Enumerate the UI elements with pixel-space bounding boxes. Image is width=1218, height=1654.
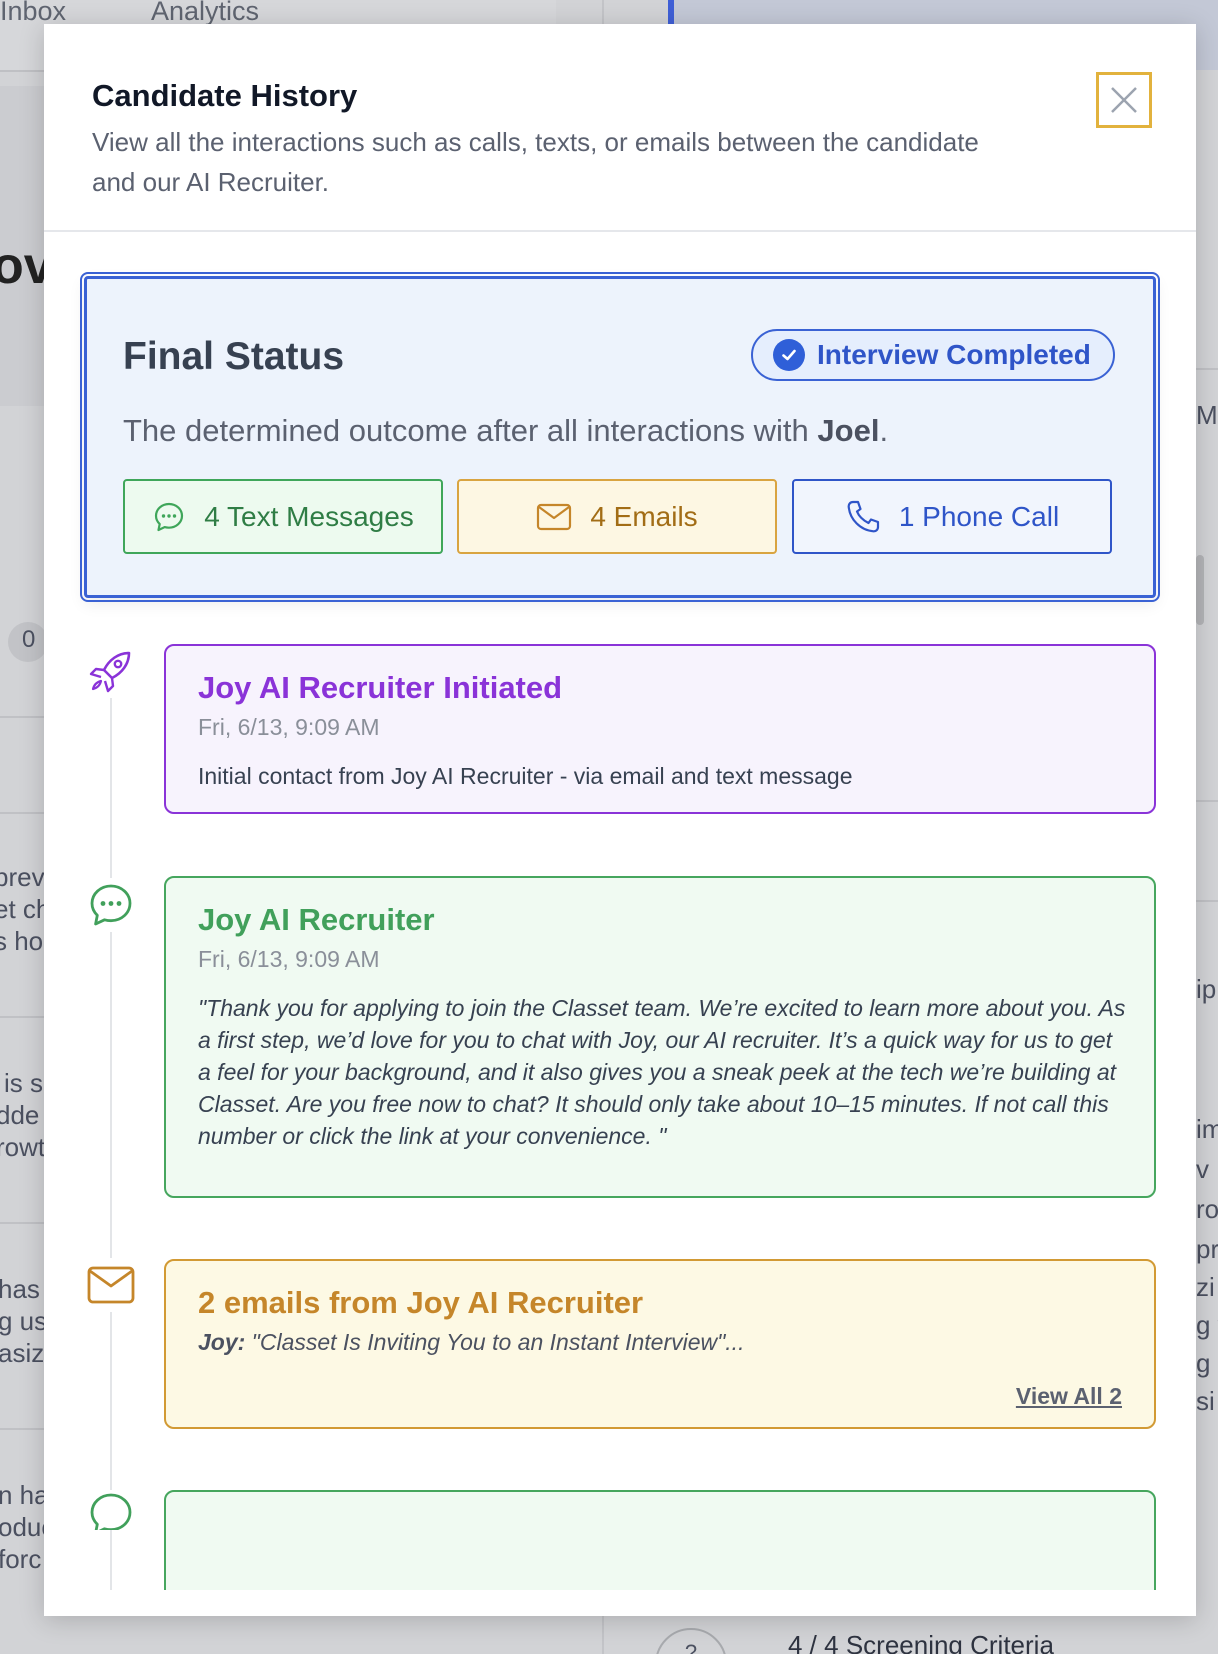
background-text-fragment: g v xyxy=(1196,1310,1218,1340)
background-divider-line xyxy=(1196,900,1218,902)
envelope-icon xyxy=(84,1258,138,1312)
final-status-description-suffix: . xyxy=(879,413,889,448)
modal-body[interactable]: Final Status Interview Completed The det… xyxy=(44,234,1196,1590)
tab-inbox[interactable]: Inbox xyxy=(0,0,66,27)
background-text-fragment: g t xyxy=(1196,1348,1218,1378)
event-timestamp: Fri, 6/13, 9:09 AM xyxy=(198,946,380,972)
background-text-fragment: ro xyxy=(1196,1194,1218,1224)
rocket-icon xyxy=(84,644,138,698)
event-message-quote: "Thank you for applying to join the Clas… xyxy=(198,995,1126,1149)
background-divider-line xyxy=(0,1222,44,1224)
emails-count-button[interactable]: 4 Emails xyxy=(457,479,777,554)
background-text-fragment: g us xyxy=(0,1306,48,1336)
event-timestamp: Fri, 6/13, 9:09 AM xyxy=(198,714,380,740)
background-text-fragment: si xyxy=(1196,1386,1215,1416)
background-text-fragment: ip xyxy=(1196,974,1217,1004)
background-text-fragment: im xyxy=(1196,1114,1218,1144)
background-divider-line xyxy=(1196,800,1218,802)
background-text-fragment: is s xyxy=(4,1068,43,1098)
background-text-fragment: dde xyxy=(0,1100,40,1130)
email-subject-preview: "Classet Is Inviting You to an Instant I… xyxy=(245,1329,745,1355)
chat-bubble-icon xyxy=(155,502,184,531)
event-title: Joy AI Recruiter xyxy=(198,902,435,937)
text-messages-count-button[interactable]: 4 Text Messages xyxy=(123,479,443,554)
background-step-circle: ? xyxy=(655,1628,727,1654)
background-count-fragment: 0 xyxy=(22,626,36,653)
final-status-description: The determined outcome after all interac… xyxy=(123,413,888,449)
event-title: Joy AI Recruiter Initiated xyxy=(198,670,563,705)
phone-calls-count-button[interactable]: 1 Phone Call xyxy=(792,479,1112,554)
chat-bubble-icon xyxy=(84,878,138,932)
timeline-event-emails: 2 emails from Joy AI Recruiter Joy: "Cla… xyxy=(164,1259,1156,1429)
check-circle-icon xyxy=(773,339,805,371)
tab-analytics[interactable]: Analytics xyxy=(151,0,259,27)
background-text-fragment: previ xyxy=(0,862,51,892)
background-divider-line xyxy=(0,1428,44,1430)
close-button[interactable] xyxy=(1096,72,1152,128)
candidate-name: Joel xyxy=(817,413,880,448)
phone-icon xyxy=(847,500,879,532)
modal-description: View all the interactions such as calls,… xyxy=(92,127,979,197)
event-body: Initial contact from Joy AI Recruiter - … xyxy=(198,763,853,789)
background-screening-criteria: 4 / 4 Screening Criteria xyxy=(788,1630,1054,1654)
event-title: 2 emails from Joy AI Recruiter xyxy=(198,1285,644,1320)
timeline-line xyxy=(110,674,112,1590)
timeline-event-initiated: Joy AI Recruiter Initiated Fri, 6/13, 9:… xyxy=(164,644,1156,814)
background-scrollbar xyxy=(1196,555,1204,625)
background-text-fragment: asiz xyxy=(0,1338,45,1368)
status-badge: Interview Completed xyxy=(751,329,1115,381)
final-status-title: Final Status xyxy=(123,335,345,378)
final-status-description-text: The determined outcome after all interac… xyxy=(123,413,818,448)
email-preview: Joy: "Classet Is Inviting You to an Inst… xyxy=(198,1329,744,1356)
background-text-fragment: M xyxy=(1196,400,1218,430)
emails-count-label: 4 Emails xyxy=(590,500,698,532)
timeline-event-text-message: Joy AI Recruiter Fri, 6/13, 9:09 AM "Tha… xyxy=(164,876,1156,1198)
background-divider-line xyxy=(1196,368,1218,370)
modal-header: Candidate History View all the interacti… xyxy=(44,24,1196,232)
phone-calls-count-label: 1 Phone Call xyxy=(898,500,1060,532)
email-sender: Joy: xyxy=(198,1329,246,1355)
candidate-history-modal: Candidate History View all the interacti… xyxy=(44,24,1196,1616)
modal-title: Candidate History xyxy=(92,78,358,113)
background-divider-line xyxy=(0,812,44,814)
background-text-fragment: et ch xyxy=(0,894,51,924)
close-icon xyxy=(1111,87,1137,113)
final-status-card: Final Status Interview Completed The det… xyxy=(80,272,1160,602)
envelope-icon xyxy=(537,503,572,530)
status-badge-label: Interview Completed xyxy=(817,339,1091,370)
background-divider-line xyxy=(0,716,44,718)
view-all-emails-link[interactable]: View All 2 xyxy=(1016,1383,1122,1410)
background-divider-line xyxy=(0,1016,44,1018)
background-text-fragment: s ho xyxy=(0,926,44,956)
text-messages-count-label: 4 Text Messages xyxy=(204,500,414,532)
background-text-fragment: rowt xyxy=(0,1132,46,1162)
timeline-event-next xyxy=(164,1490,1156,1590)
background-step-circle-label: ? xyxy=(684,1640,698,1654)
background-text-fragment: v xyxy=(1196,1154,1209,1184)
background-text-fragment: has xyxy=(0,1274,40,1304)
background-text-fragment: zi xyxy=(1196,1272,1215,1302)
chat-bubble-icon xyxy=(84,1490,138,1530)
background-text-fragment: forc xyxy=(0,1544,42,1574)
background-text-fragment: pro xyxy=(1196,1234,1218,1264)
